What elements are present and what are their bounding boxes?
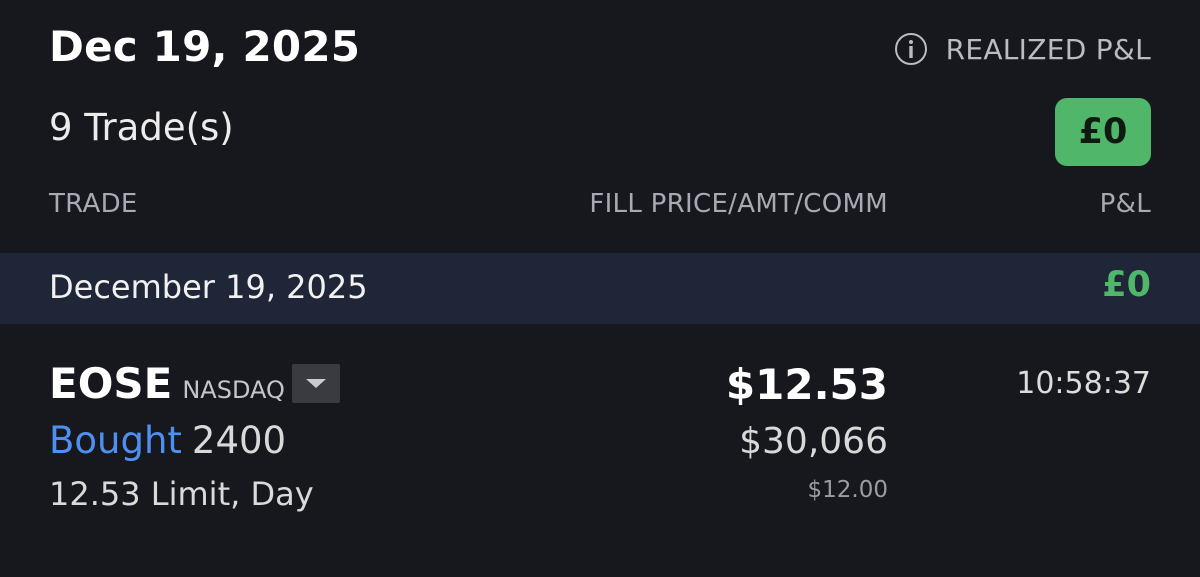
symbol: EOSE bbox=[49, 359, 173, 408]
group-pnl: £0 bbox=[1102, 265, 1151, 305]
trade-action: Bought bbox=[49, 419, 182, 462]
realized-pnl-label: REALIZED P&L bbox=[945, 32, 1151, 66]
expand-button[interactable] bbox=[292, 364, 340, 403]
column-header-fill: FILL PRICE/AMT/COMM bbox=[589, 189, 888, 219]
fill-price: $12.53 bbox=[725, 360, 888, 409]
commission: $12.00 bbox=[807, 477, 888, 503]
trade-history-page: Dec 19, 2025 9 Trade(s) REALIZED P&L £0 … bbox=[0, 0, 1200, 577]
summary-header: Dec 19, 2025 9 Trade(s) REALIZED P&L £0 … bbox=[0, 0, 1200, 252]
info-icon[interactable] bbox=[894, 32, 928, 66]
exchange: NASDAQ bbox=[182, 376, 285, 404]
action-line: Bought 2400 bbox=[49, 419, 286, 462]
trade-time: 10:58:37 bbox=[1016, 366, 1151, 401]
date-group-row[interactable]: December 19, 2025 £0 bbox=[0, 253, 1200, 324]
trade-quantity: 2400 bbox=[191, 419, 287, 462]
realized-pnl-badge: £0 bbox=[1055, 98, 1151, 166]
trade-amount: $30,066 bbox=[739, 421, 888, 462]
group-date: December 19, 2025 bbox=[49, 268, 368, 306]
page-title: Dec 19, 2025 bbox=[49, 22, 361, 71]
column-header-pnl: P&L bbox=[1099, 189, 1151, 219]
trade-count: 9 Trade(s) bbox=[49, 106, 234, 149]
symbol-line: EOSE NASDAQ bbox=[49, 360, 285, 408]
column-header-trade: TRADE bbox=[49, 189, 138, 219]
trade-row[interactable]: EOSE NASDAQ Bought 2400 12.53 Limit, Day … bbox=[0, 324, 1200, 577]
order-type: 12.53 Limit, Day bbox=[49, 475, 314, 513]
chevron-down-icon bbox=[306, 379, 326, 388]
realized-pnl-header: REALIZED P&L bbox=[894, 32, 1151, 66]
